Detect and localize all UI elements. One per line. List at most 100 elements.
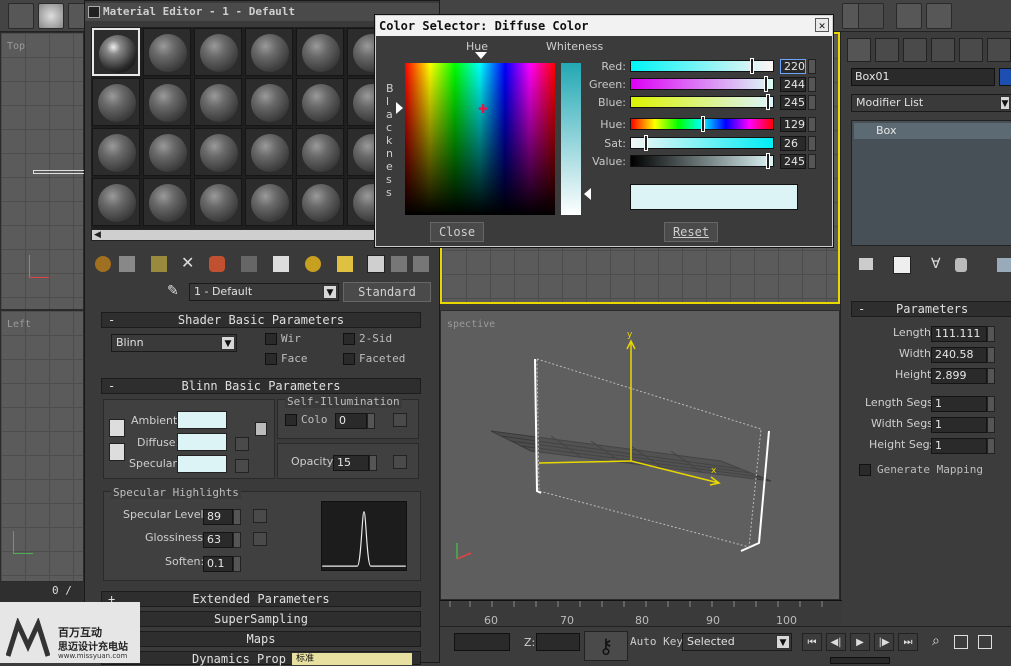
ime-bar[interactable]: 标准: [292, 653, 412, 665]
key-icon[interactable]: ⚷: [584, 631, 628, 661]
ambient-swatch[interactable]: [177, 411, 227, 429]
blackness-pointer-icon[interactable]: [396, 102, 403, 114]
blue-spinner[interactable]: [808, 95, 816, 110]
sample-slot[interactable]: [92, 128, 140, 176]
diffuse-map-button[interactable]: [235, 437, 249, 451]
spec-level-field[interactable]: 89: [203, 509, 233, 525]
value-slider[interactable]: [630, 155, 774, 167]
length-segs-field[interactable]: 1: [931, 396, 987, 412]
lock-icon[interactable]: [255, 422, 267, 436]
hue-pointer-icon[interactable]: [475, 52, 487, 59]
get-material-icon[interactable]: [95, 256, 111, 272]
viewport-top[interactable]: Top: [0, 32, 85, 310]
faceted-checkbox[interactable]: [343, 353, 355, 365]
self-illum-map-button[interactable]: [393, 413, 407, 427]
chevron-down-icon[interactable]: ▼: [323, 285, 337, 299]
sample-slot[interactable]: [245, 78, 293, 126]
opacity-field[interactable]: 15: [333, 455, 369, 471]
width-field[interactable]: 240.58: [931, 347, 987, 363]
options-icon[interactable]: [413, 256, 429, 272]
height-segs-field[interactable]: 1: [931, 438, 987, 454]
sample-slot[interactable]: [143, 78, 191, 126]
next-frame-button[interactable]: |▶: [874, 633, 894, 651]
viewport-left[interactable]: Left: [0, 310, 84, 582]
sat-spinner[interactable]: [808, 136, 816, 151]
length-field[interactable]: 111.111: [931, 326, 987, 342]
material-type-button[interactable]: Standard: [343, 282, 431, 302]
value-spinner[interactable]: [808, 154, 816, 169]
glossiness-map-button[interactable]: [253, 532, 267, 546]
width-segs-spinner[interactable]: [987, 417, 995, 433]
supersampling-rollout[interactable]: + SuperSampling: [101, 611, 421, 627]
spec-level-spinner[interactable]: [233, 509, 241, 525]
modifier-list-combo[interactable]: Modifier List ▼: [851, 94, 1011, 112]
color-selector-titlebar[interactable]: Color Selector: Diffuse Color ✕: [376, 16, 832, 36]
go-sibling-icon[interactable]: [391, 256, 407, 272]
green-slider[interactable]: [630, 78, 774, 90]
sample-slot[interactable]: [245, 178, 293, 226]
self-illum-color-checkbox[interactable]: [285, 414, 297, 426]
hue-blackness-field[interactable]: [405, 63, 555, 215]
sample-slot[interactable]: [143, 178, 191, 226]
object-name-field[interactable]: Box01: [851, 68, 995, 86]
material-name-combo[interactable]: 1 - Default ▼: [189, 283, 339, 301]
sample-slot[interactable]: [296, 178, 344, 226]
sample-slot[interactable]: [296, 128, 344, 176]
effects-channel-icon[interactable]: [273, 256, 289, 272]
close-button[interactable]: Close: [430, 222, 484, 242]
specular-map-button[interactable]: [235, 459, 249, 473]
time-ruler[interactable]: 60 70 80 90 100: [440, 600, 842, 627]
modify-tab-icon[interactable]: [875, 38, 899, 62]
blue-slider[interactable]: [630, 96, 774, 108]
whiteness-bar[interactable]: [561, 63, 581, 215]
shader-rollout-header[interactable]: - Shader Basic Parameters: [101, 312, 421, 328]
glossiness-spinner[interactable]: [233, 532, 241, 548]
configure-sets-icon[interactable]: [997, 258, 1011, 272]
hierarchy-tab-icon[interactable]: [903, 38, 927, 62]
self-illum-spinner[interactable]: [367, 413, 375, 429]
stack-icon[interactable]: [926, 3, 952, 29]
sample-slot[interactable]: [143, 128, 191, 176]
delete-icon[interactable]: ✕: [181, 253, 194, 272]
self-illum-value-field[interactable]: 0: [335, 413, 367, 429]
put-library-icon[interactable]: [241, 256, 257, 272]
length-spinner[interactable]: [987, 326, 995, 342]
box-tool-icon[interactable]: [8, 3, 34, 29]
value-slider-thumb[interactable]: [766, 153, 770, 169]
go-parent-icon[interactable]: [367, 255, 385, 273]
motion-tab-icon[interactable]: [931, 38, 955, 62]
chevron-down-icon[interactable]: ▼: [221, 336, 235, 350]
blue-field[interactable]: 245: [780, 95, 806, 110]
prev-frame-button[interactable]: ◀|: [826, 633, 846, 651]
maps-rollout[interactable]: + Maps: [101, 631, 421, 647]
gen-mapping-checkbox[interactable]: [859, 464, 871, 476]
glossiness-field[interactable]: 63: [203, 532, 233, 548]
sat-slider[interactable]: [630, 137, 774, 149]
sample-slot[interactable]: [194, 128, 242, 176]
make-unique-icon[interactable]: [209, 256, 225, 272]
sat-field[interactable]: 26: [780, 136, 806, 151]
display-tab-icon[interactable]: [959, 38, 983, 62]
green-field[interactable]: 244: [780, 77, 806, 92]
sample-slot[interactable]: [245, 128, 293, 176]
play-button[interactable]: ▶: [850, 633, 870, 651]
red-slider-thumb[interactable]: [750, 58, 754, 74]
auto-key-button[interactable]: Auto Key: [630, 635, 683, 648]
sphere-tool-icon[interactable]: [38, 3, 64, 29]
pin-stack-icon[interactable]: [859, 258, 873, 270]
curve-editor-icon[interactable]: [858, 3, 884, 29]
green-slider-thumb[interactable]: [764, 76, 768, 92]
slots-scrollbar[interactable]: ◀: [91, 229, 381, 241]
object-color-swatch[interactable]: [999, 68, 1011, 86]
hue-field[interactable]: 129: [780, 117, 806, 132]
zoom-extents-icon[interactable]: [978, 635, 992, 649]
spec-level-map-button[interactable]: [253, 509, 267, 523]
zoom-all-icon[interactable]: [954, 635, 968, 649]
sample-slot[interactable]: [296, 78, 344, 126]
show-map-icon[interactable]: [305, 256, 321, 272]
show-end-icon[interactable]: [337, 256, 353, 272]
sample-slot[interactable]: [194, 78, 242, 126]
sat-slider-thumb[interactable]: [644, 135, 648, 151]
height-spinner[interactable]: [987, 368, 995, 384]
sample-slot[interactable]: [92, 78, 140, 126]
